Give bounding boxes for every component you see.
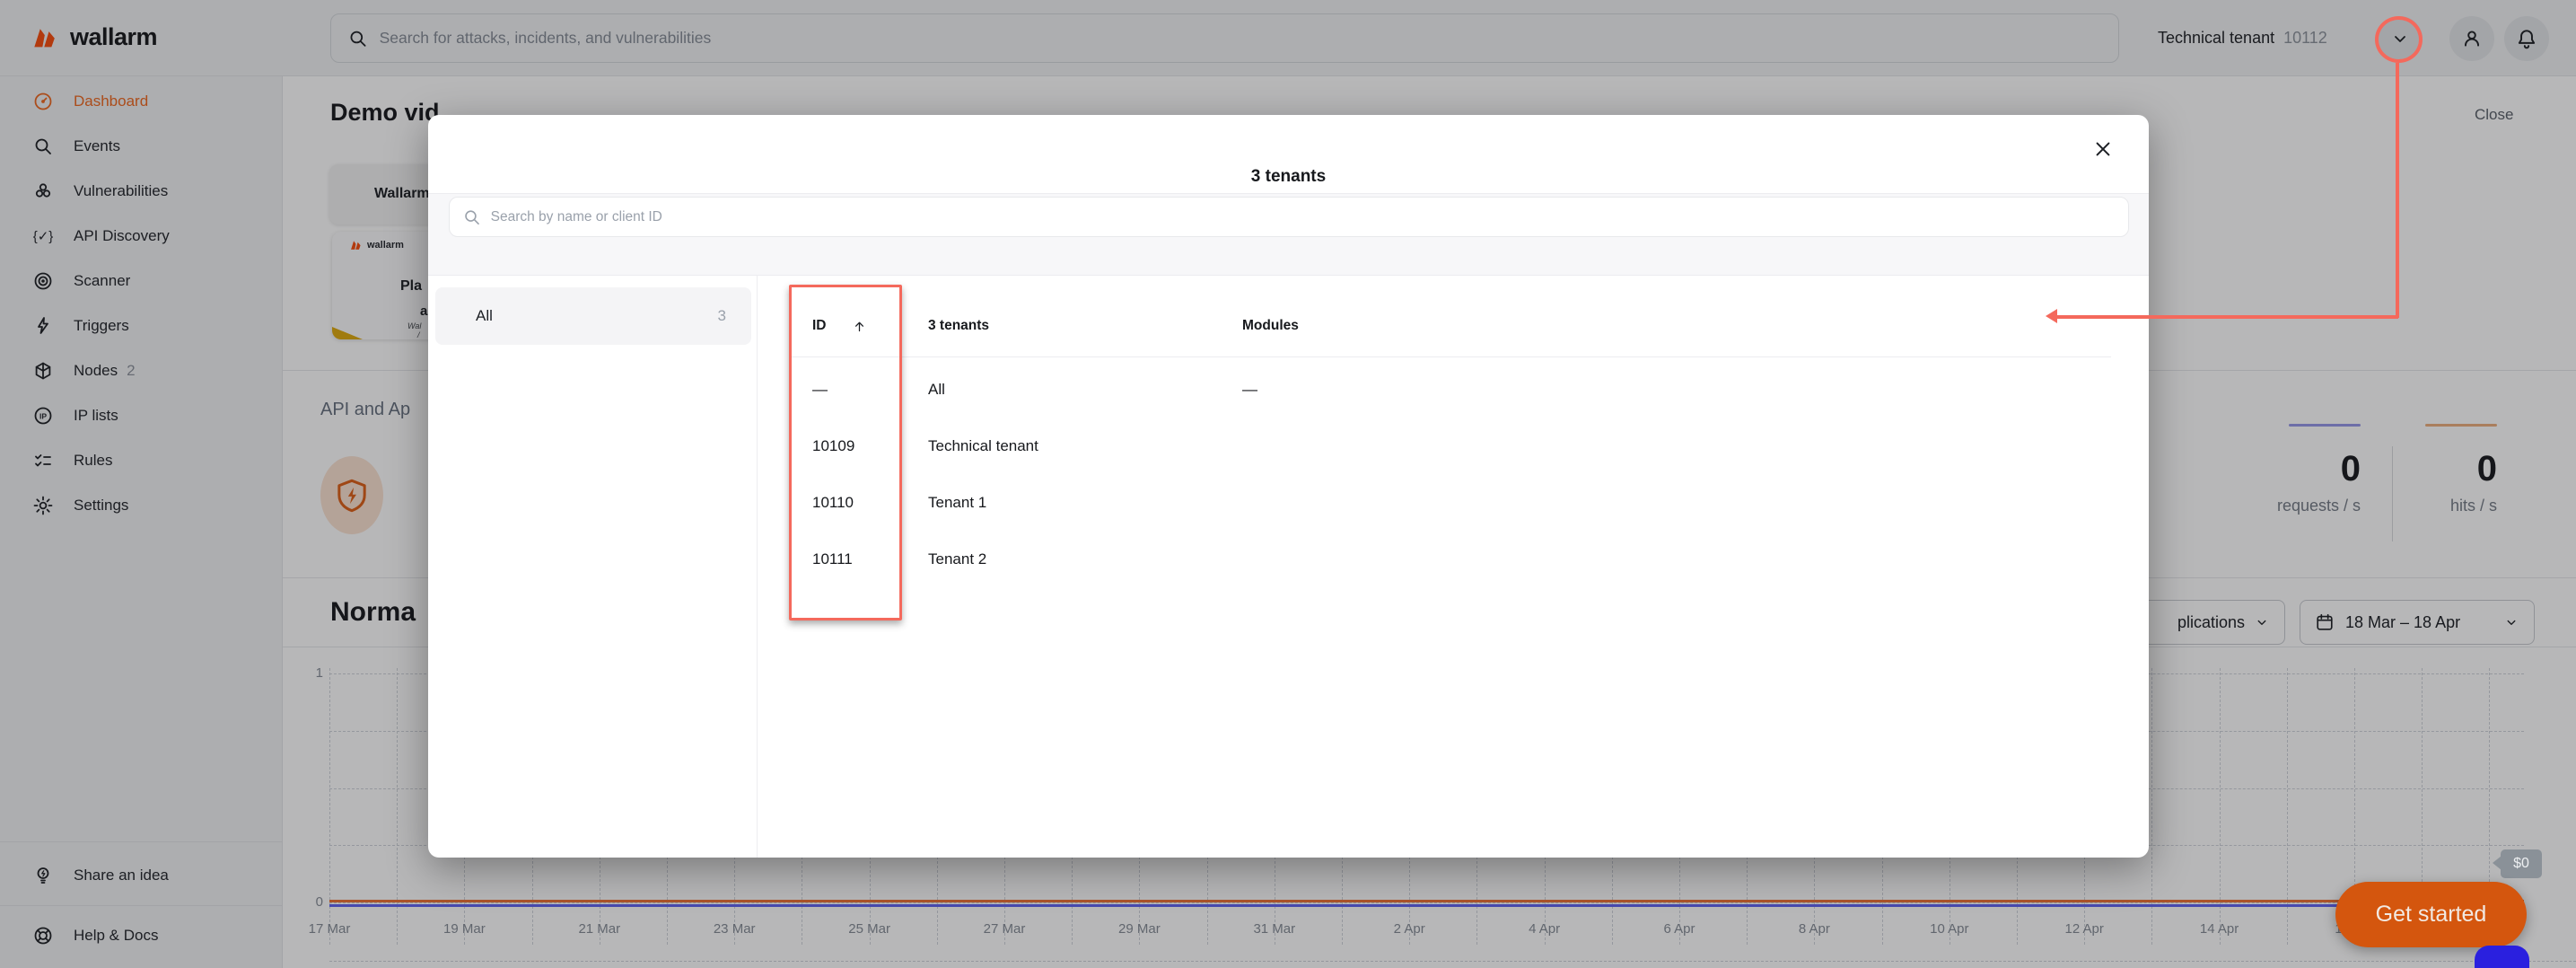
annotation-circle — [2375, 16, 2423, 63]
column-header-modules[interactable]: Modules — [1242, 318, 1299, 334]
tenant-name-cell: Technical tenant — [928, 437, 1038, 455]
modal-close-button[interactable] — [2091, 137, 2115, 161]
tenant-name-cell: Tenant 2 — [928, 550, 986, 568]
search-icon — [462, 207, 482, 227]
close-icon — [2093, 139, 2113, 159]
tenants-modal: 3 tenants All 3 ID 3 tenants Modules —Al… — [428, 115, 2149, 858]
annotation-rectangle — [789, 285, 902, 620]
tenant-table-body: —All—10109Technical tenant10110Tenant 11… — [428, 361, 2149, 587]
tenant-name-cell: All — [928, 381, 945, 399]
tenant-table-row[interactable]: —All— — [428, 361, 2149, 418]
chat-launcher-icon[interactable] — [2475, 946, 2529, 968]
tenant-modules-cell: — — [1242, 381, 1257, 399]
tenant-search-input[interactable] — [491, 209, 2116, 225]
column-header-tenants[interactable]: 3 tenants — [928, 318, 989, 334]
annotation-line-vertical — [2396, 63, 2399, 318]
tenant-table-row[interactable]: 10111Tenant 2 — [428, 531, 2149, 587]
get-started-button[interactable]: Get started — [2335, 882, 2527, 947]
intercom-message-badge[interactable]: $0 — [2501, 849, 2542, 878]
table-header-divider — [791, 356, 2111, 357]
tenant-search[interactable] — [449, 197, 2129, 237]
intercom-badge-text: $0 — [2513, 856, 2529, 872]
get-started-label: Get started — [2376, 902, 2487, 928]
annotation-arrowhead — [2046, 309, 2057, 323]
tenant-table-row[interactable]: 10110Tenant 1 — [428, 474, 2149, 531]
annotation-line-horizontal — [2056, 315, 2398, 319]
tenant-group-count: 3 — [718, 307, 726, 325]
tenant-group-item-all[interactable]: All 3 — [435, 287, 751, 345]
modal-title: 3 tenants — [428, 167, 2149, 187]
tenant-table-row[interactable]: 10109Technical tenant — [428, 418, 2149, 474]
modal-divider — [428, 275, 2149, 276]
tenant-group-label: All — [476, 307, 493, 325]
tenant-name-cell: Tenant 1 — [928, 494, 986, 512]
